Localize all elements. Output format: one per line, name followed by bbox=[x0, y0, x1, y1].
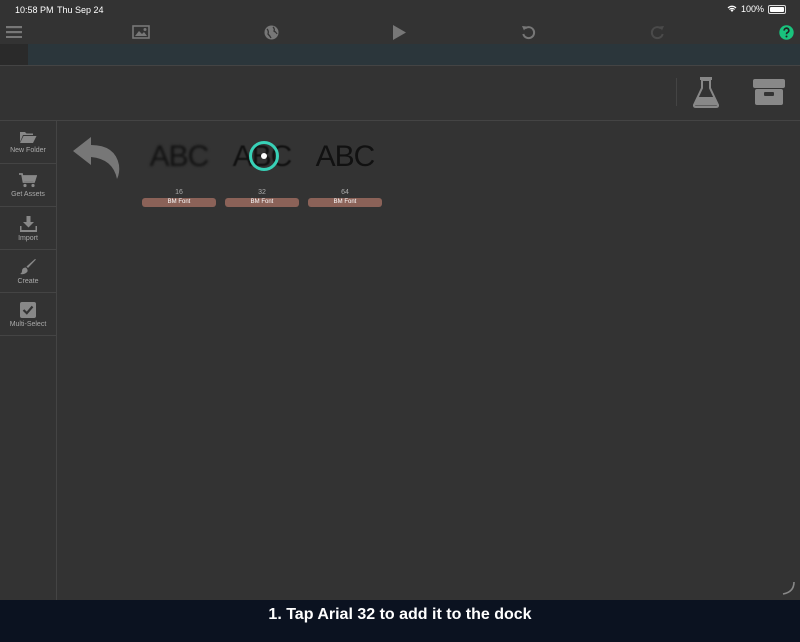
asset-tile[interactable]: ABC 64 BM Font bbox=[307, 135, 383, 207]
archive-button[interactable] bbox=[752, 78, 786, 111]
sidebar: New Folder Get Assets Import Create Mult… bbox=[0, 121, 57, 600]
resize-handle[interactable] bbox=[780, 580, 796, 601]
brush-icon bbox=[19, 259, 36, 275]
panel-header bbox=[0, 66, 800, 121]
dock-strip[interactable] bbox=[0, 44, 800, 66]
asset-size-label: 16 bbox=[175, 189, 183, 196]
image-icon bbox=[132, 25, 150, 39]
play-button[interactable] bbox=[389, 20, 409, 44]
asset-size-label: 64 bbox=[341, 189, 349, 196]
status-time: 10:58 PM bbox=[15, 5, 54, 15]
wifi-icon bbox=[727, 5, 737, 12]
sidebar-item-import[interactable]: Import bbox=[0, 207, 56, 250]
sidebar-item-get-assets[interactable]: Get Assets bbox=[0, 164, 56, 207]
sidebar-item-multi-select[interactable]: Multi-Select bbox=[0, 293, 56, 336]
undo-button[interactable] bbox=[518, 20, 538, 44]
folder-open-icon bbox=[20, 132, 37, 143]
font-preview: ABC bbox=[149, 140, 210, 173]
back-button[interactable] bbox=[71, 135, 121, 186]
sidebar-item-label: Multi-Select bbox=[9, 321, 47, 328]
top-toolbar bbox=[0, 20, 800, 44]
sidebar-item-label: New Folder bbox=[10, 147, 46, 154]
tutorial-caption: 1. Tap Arial 32 to add it to the dock bbox=[0, 600, 800, 642]
status-date: Thu Sep 24 bbox=[57, 5, 104, 15]
dock-tab[interactable] bbox=[0, 44, 28, 65]
globe-icon bbox=[264, 25, 278, 39]
asset-size-label: 32 bbox=[258, 189, 266, 196]
flask-icon bbox=[692, 77, 720, 108]
tap-indicator bbox=[249, 141, 279, 171]
globe-button[interactable] bbox=[261, 20, 281, 44]
sidebar-item-label: Create bbox=[17, 278, 39, 285]
divider bbox=[676, 78, 677, 106]
back-arrow-icon bbox=[73, 137, 120, 179]
redo-button[interactable] bbox=[647, 20, 667, 44]
play-icon bbox=[393, 24, 406, 40]
undo-icon bbox=[521, 25, 535, 39]
sidebar-item-label: Get Assets bbox=[11, 191, 45, 198]
checkbox-icon bbox=[20, 302, 36, 318]
help-button[interactable] bbox=[776, 20, 796, 44]
help-icon bbox=[778, 24, 794, 40]
lab-button[interactable] bbox=[692, 76, 720, 113]
cart-icon bbox=[19, 173, 37, 188]
asset-type-badge: BM Font bbox=[308, 198, 382, 207]
battery-percent: 100% bbox=[740, 4, 764, 14]
download-icon bbox=[19, 216, 37, 232]
sidebar-item-new-folder[interactable]: New Folder bbox=[0, 121, 56, 164]
battery-icon bbox=[768, 4, 786, 14]
archive-icon bbox=[753, 79, 785, 105]
scene-image-button[interactable] bbox=[130, 20, 152, 44]
resize-corner-icon bbox=[782, 581, 795, 595]
font-preview: ABC bbox=[315, 140, 376, 173]
status-bar: 10:58 PM Thu Sep 24 100% bbox=[0, 0, 800, 20]
redo-icon bbox=[650, 25, 664, 39]
asset-type-badge: BM Font bbox=[142, 198, 216, 207]
sidebar-item-create[interactable]: Create bbox=[0, 250, 56, 293]
asset-tile[interactable]: ABC 16 BM Font bbox=[141, 135, 217, 207]
hamburger-icon bbox=[6, 26, 22, 38]
sidebar-item-label: Import bbox=[18, 235, 38, 242]
menu-button[interactable] bbox=[4, 20, 24, 44]
asset-type-badge: BM Font bbox=[225, 198, 299, 207]
status-right: 100% bbox=[727, 4, 786, 14]
asset-browser: ABC 16 BM Font ABC 32 BM Font ABC 64 BM … bbox=[57, 121, 800, 600]
